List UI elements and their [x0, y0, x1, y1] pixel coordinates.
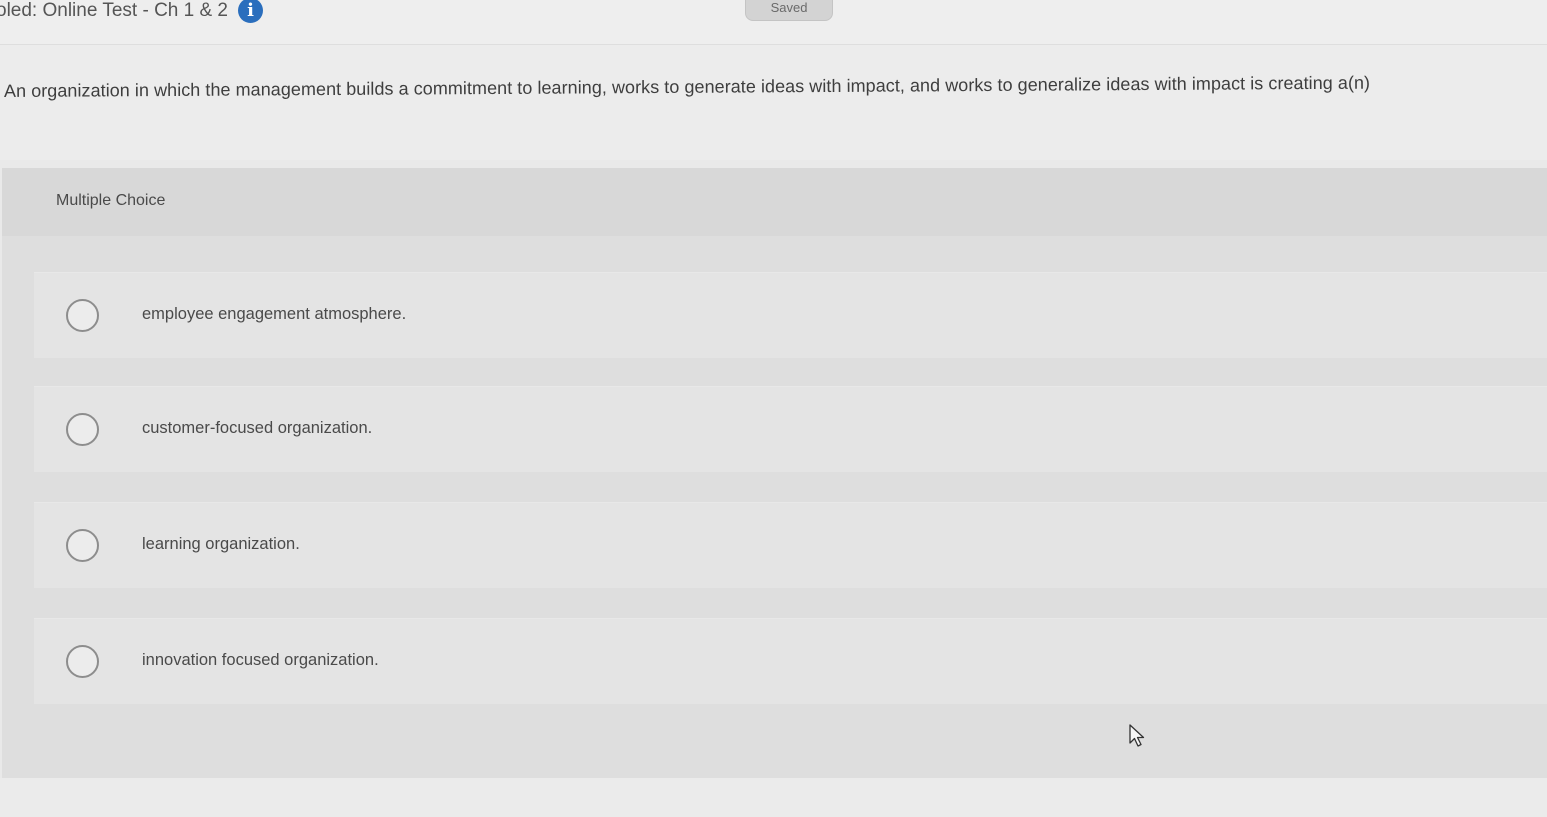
radio-button[interactable] — [66, 529, 99, 562]
answer-option[interactable]: customer-focused organization. — [34, 386, 1547, 472]
radio-button[interactable] — [66, 413, 99, 446]
answer-option[interactable]: innovation focused organization. — [34, 618, 1547, 704]
multiple-choice-panel: Multiple Choice employee engagement atmo… — [2, 168, 1547, 778]
question-text: An organization in which the management … — [3, 72, 1371, 101]
question-area: An organization in which the management … — [0, 45, 1547, 160]
question-type-label: Multiple Choice — [56, 192, 166, 209]
answer-option[interactable]: employee engagement atmosphere. — [34, 272, 1547, 358]
radio-button[interactable] — [66, 645, 99, 678]
saved-status-badge: Saved — [745, 0, 833, 21]
answer-option-label: customer-focused organization. — [142, 419, 373, 437]
answer-option-label: innovation focused organization. — [142, 651, 379, 669]
answer-option-label: employee engagement atmosphere. — [142, 305, 407, 323]
mouse-pointer-icon — [1129, 724, 1145, 747]
radio-button[interactable] — [66, 299, 99, 332]
test-title: oled: Online Test - Ch 1 & 2 — [0, 0, 228, 21]
question-type-header: Multiple Choice — [2, 168, 1547, 236]
answer-option[interactable]: learning organization. — [34, 502, 1547, 588]
test-title-group: oled: Online Test - Ch 1 & 2 i — [0, 0, 263, 23]
page-footer-area — [0, 778, 1547, 817]
answer-option-label: learning organization. — [142, 535, 300, 553]
top-bar: oled: Online Test - Ch 1 & 2 i Saved — [0, 0, 1547, 45]
info-icon[interactable]: i — [238, 0, 263, 23]
